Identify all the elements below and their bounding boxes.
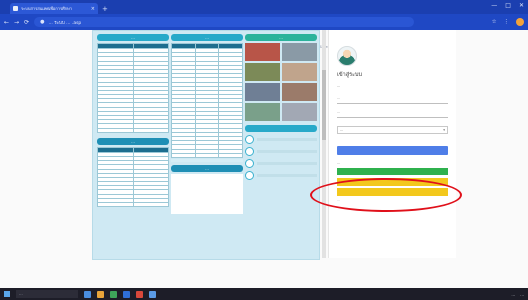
app-icon[interactable] [110,290,117,298]
tray-text: ... [511,291,516,297]
photo [245,63,280,81]
lock-icon: ● [40,19,45,25]
poster-column-2: ... ... [171,34,243,214]
login-button[interactable] [337,146,448,155]
poster-header-4 [245,125,317,132]
extension-icon[interactable]: ☆ [492,19,497,25]
chrome-icon[interactable] [136,290,143,298]
list-item [245,147,317,156]
taskbar-search[interactable]: ... [16,290,78,298]
bullet-icon [245,171,254,180]
system-tray: ... ... [511,292,524,297]
poster-text-block [171,173,243,214]
minimize-icon[interactable]: — [491,2,497,9]
red-highlight-circle [310,178,462,212]
bullet-icon [245,135,254,144]
photo [282,83,317,101]
poster-subheader-1: ... [97,137,169,145]
role-select[interactable]: ... ▾ [337,126,448,134]
url-text: ... ระบบ ... .asp [48,20,82,26]
bullet-icon [245,159,254,168]
profile-avatar[interactable] [516,18,524,26]
maximize-icon[interactable]: □ [505,2,511,9]
chevron-down-icon: ▾ [443,128,445,132]
window-controls: — □ ✕ [491,2,524,9]
photo [245,103,280,121]
photo [245,83,280,101]
photo-grid [245,43,317,121]
favicon-icon [13,6,18,11]
browser-toolbar: ← → ⟳ ● ... ระบบ ... .asp ☆ ⋮ [0,14,528,30]
login-panel: เข้าสู่ระบบ ... ... ... ... ▾ ... ... [328,30,456,258]
toolbar-actions: ☆ ⋮ [492,18,524,26]
page-scrollbar[interactable] [322,30,326,258]
photo [245,43,280,61]
poster-table-1 [97,43,169,133]
user-avatar-icon [337,46,357,66]
explorer-icon[interactable] [97,290,104,298]
screen: ระบบสารสนเทศเพื่อการศึกษา × + — □ ✕ ← → … [0,0,528,300]
browser-tab-bar: ระบบสารสนเทศเพื่อการศึกษา × + — □ ✕ [0,0,528,14]
taskview-icon[interactable] [84,290,91,298]
windows-start-icon[interactable] [4,291,10,297]
divider [171,158,243,162]
poster-column-3: ... [245,34,317,180]
reload-icon[interactable]: ⟳ [24,19,29,26]
edge-icon[interactable] [123,290,130,298]
icon-list [245,135,317,180]
new-tab-button[interactable]: + [102,5,108,13]
role-select-value: ... [340,128,344,132]
bullet-icon [245,147,254,156]
poster-header-3: ... [245,34,317,41]
forward-icon[interactable]: → [14,19,19,26]
password-field[interactable]: ... [337,110,448,118]
poster-table-2 [171,43,243,158]
address-bar[interactable]: ● ... ระบบ ... .asp [34,17,415,27]
poster-subheader-2: ... [171,164,243,172]
list-item [245,159,317,168]
app-icon[interactable] [149,290,156,298]
login-subtitle: ... [337,84,341,88]
scrollbar-thumb[interactable] [322,70,326,140]
os-taskbar: ... ... ... [0,288,528,300]
close-window-icon[interactable]: ✕ [519,2,524,9]
info-poster: ... ... ... ... ... [92,30,320,260]
photo [282,63,317,81]
register-button[interactable] [337,168,448,175]
login-title: เข้าสู่ระบบ [337,72,362,78]
back-icon[interactable]: ← [4,19,9,26]
photo [282,43,317,61]
close-tab-icon[interactable]: × [91,6,98,12]
browser-tab[interactable]: ระบบสารสนเทศเพื่อการศึกษา × [10,3,98,14]
menu-icon[interactable]: ⋮ [504,19,510,25]
photo [282,103,317,121]
login-note: ... [337,161,341,165]
list-item [245,171,317,180]
poster-table-3 [97,146,169,208]
list-item [245,135,317,144]
poster-header-1: ... [97,34,169,41]
poster-header-2: ... [171,34,243,41]
clock[interactable]: ... [520,292,524,297]
poster-column-1: ... ... [97,34,169,208]
tab-title: ระบบสารสนเทศเพื่อการศึกษา [21,6,72,11]
username-field[interactable]: ... [337,96,448,104]
